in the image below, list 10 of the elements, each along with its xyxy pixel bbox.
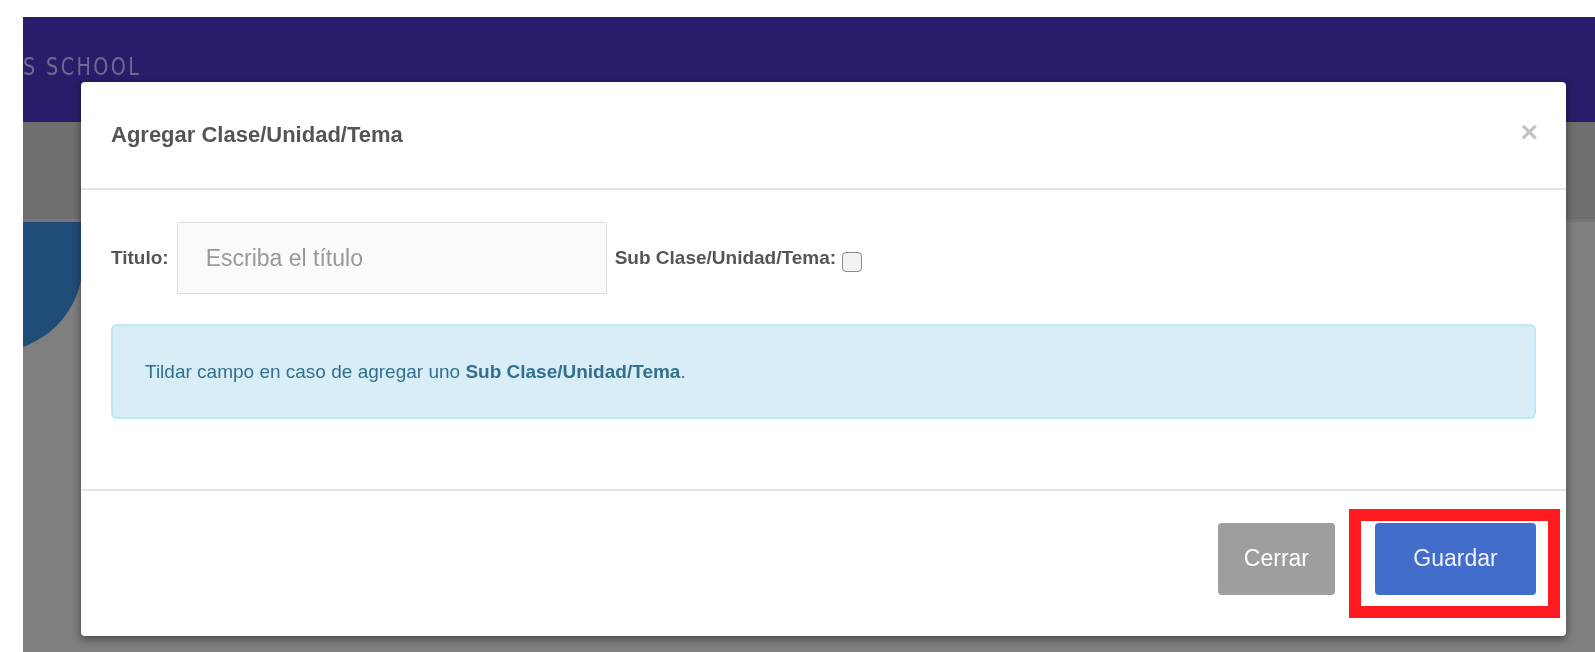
field-label: Titulo: <box>111 247 169 269</box>
save-button[interactable]: Guardar <box>1375 522 1536 595</box>
close-button[interactable]: Cerrar <box>1217 522 1335 595</box>
brand-name: S SCHOOL <box>23 52 142 81</box>
close-button[interactable]: × <box>1520 117 1538 147</box>
info-alert: Tildar campo en caso de agregar uno Sub Clase/Unidad/Tema. <box>111 324 1536 419</box>
checkbox-label: Sub Clase/Unidad/Tema: <box>614 247 837 269</box>
checkbox[interactable] <box>842 252 863 272</box>
title-input[interactable]: Escriba el título <box>176 222 607 294</box>
modal-title: Agregar Clase/Unidad/Tema <box>111 122 403 148</box>
